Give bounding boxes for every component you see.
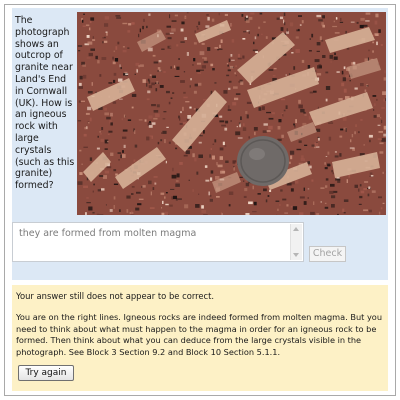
feedback-body: You are on the right lines. Igneous rock… — [16, 312, 383, 357]
try-again-button[interactable]: Try again — [18, 365, 74, 381]
answer-text: they are formed from molten magma — [19, 228, 197, 239]
quiz-frame: The photograph shows an outcrop of grani… — [4, 4, 396, 396]
question-panel: The photograph shows an outcrop of grani… — [12, 8, 388, 280]
granite-outcrop-photo — [77, 12, 386, 215]
check-button[interactable]: Check — [309, 246, 346, 262]
photo-graphic — [77, 12, 386, 215]
answer-textarea[interactable]: they are formed from molten magma — [12, 222, 304, 262]
feedback-status: Your answer still does not appear to be … — [16, 291, 215, 301]
answer-scrollbar[interactable] — [290, 224, 302, 260]
scroll-down-icon[interactable] — [293, 253, 299, 257]
scroll-up-icon[interactable] — [293, 227, 299, 231]
coin-graphic — [237, 136, 289, 186]
question-text: The photograph shows an outcrop of grani… — [15, 15, 75, 192]
feedback-panel: Your answer still does not appear to be … — [12, 285, 388, 391]
